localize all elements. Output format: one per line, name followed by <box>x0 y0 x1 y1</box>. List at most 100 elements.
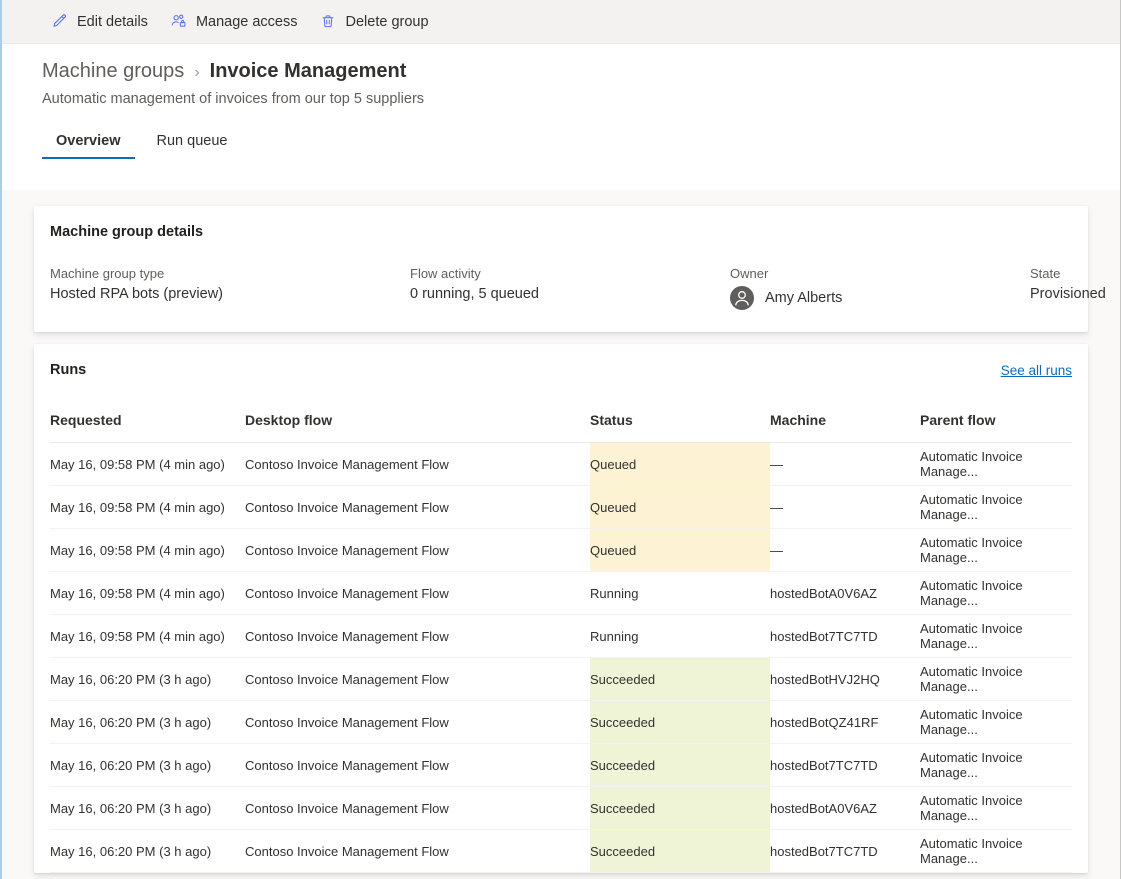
details-grid: Machine group type Hosted RPA bots (prev… <box>50 266 1072 310</box>
cell-desktop-flow: Contoso Invoice Management Flow <box>245 830 590 873</box>
table-row[interactable]: May 16, 06:20 PM (3 h ago)Contoso Invoic… <box>50 701 1072 744</box>
cell-requested: May 16, 06:20 PM (3 h ago) <box>50 787 245 830</box>
column-header-parent-flow[interactable]: Parent flow <box>920 412 1072 443</box>
cell-status: Running <box>590 572 770 615</box>
cell-machine: hostedBot7TC7TD <box>770 830 920 873</box>
cell-parent-flow: Automatic Invoice Manage... <box>920 572 1072 615</box>
breadcrumb: Machine groups › Invoice Management <box>42 44 1120 83</box>
cell-parent-flow: Automatic Invoice Manage... <box>920 744 1072 787</box>
chevron-right-icon: › <box>194 65 199 81</box>
cell-parent-flow: Automatic Invoice Manage... <box>920 830 1072 873</box>
table-row[interactable]: May 16, 09:58 PM (4 min ago)Contoso Invo… <box>50 443 1072 486</box>
delete-group-button[interactable]: Delete group <box>311 5 438 39</box>
cell-status: Succeeded <box>590 658 770 701</box>
cell-status: Running <box>590 615 770 658</box>
edit-details-button[interactable]: Edit details <box>42 5 157 39</box>
machine-group-page: Edit details Manage access <box>0 0 1121 879</box>
cell-machine: — <box>770 486 920 529</box>
tab-overview[interactable]: Overview <box>42 127 135 159</box>
cell-machine: hostedBotQZ41RF <box>770 701 920 744</box>
manage-access-button[interactable]: Manage access <box>161 5 307 39</box>
cell-parent-flow: Automatic Invoice Manage... <box>920 529 1072 572</box>
cell-machine: hostedBotA0V6AZ <box>770 787 920 830</box>
cell-desktop-flow: Contoso Invoice Management Flow <box>245 701 590 744</box>
detail-label-flow-activity: Flow activity <box>410 266 730 281</box>
cell-machine: hostedBotA0V6AZ <box>770 572 920 615</box>
detail-value-flow-activity: 0 running, 5 queued <box>410 286 730 302</box>
table-row[interactable]: May 16, 09:58 PM (4 min ago)Contoso Invo… <box>50 529 1072 572</box>
runs-card-header: Runs See all runs <box>50 362 1072 378</box>
cell-requested: May 16, 09:58 PM (4 min ago) <box>50 615 245 658</box>
pencil-icon <box>51 13 68 30</box>
cell-desktop-flow: Contoso Invoice Management Flow <box>245 615 590 658</box>
column-header-requested[interactable]: Requested <box>50 412 245 443</box>
detail-machine-group-type: Machine group type Hosted RPA bots (prev… <box>50 266 410 302</box>
status-badge: Provisioned <box>1030 286 1106 302</box>
table-row[interactable]: May 16, 06:20 PM (3 h ago)Contoso Invoic… <box>50 658 1072 701</box>
cell-status: Succeeded <box>590 744 770 787</box>
machine-group-details-title: Machine group details <box>50 224 1072 240</box>
table-row[interactable]: May 16, 09:58 PM (4 min ago)Contoso Invo… <box>50 572 1072 615</box>
cell-status: Queued <box>590 443 770 486</box>
cell-desktop-flow: Contoso Invoice Management Flow <box>245 486 590 529</box>
owner-name: Amy Alberts <box>765 290 842 306</box>
detail-value-owner: Amy Alberts <box>730 286 1030 310</box>
column-header-machine[interactable]: Machine <box>770 412 920 443</box>
cell-desktop-flow: Contoso Invoice Management Flow <box>245 744 590 787</box>
cell-parent-flow: Automatic Invoice Manage... <box>920 615 1072 658</box>
cell-parent-flow: Automatic Invoice Manage... <box>920 701 1072 744</box>
table-row[interactable]: May 16, 06:20 PM (3 h ago)Contoso Invoic… <box>50 830 1072 873</box>
detail-label-machine-group-type: Machine group type <box>50 266 410 281</box>
table-row[interactable]: May 16, 06:20 PM (3 h ago)Contoso Invoic… <box>50 744 1072 787</box>
page-header: Machine groups › Invoice Management Auto… <box>2 44 1120 190</box>
delete-group-label: Delete group <box>346 14 429 30</box>
cell-status: Succeeded <box>590 701 770 744</box>
cell-requested: May 16, 06:20 PM (3 h ago) <box>50 830 245 873</box>
trash-icon <box>320 13 337 30</box>
column-header-status[interactable]: Status <box>590 412 770 443</box>
table-row[interactable]: May 16, 09:58 PM (4 min ago)Contoso Invo… <box>50 486 1072 529</box>
cell-desktop-flow: Contoso Invoice Management Flow <box>245 658 590 701</box>
tab-list: Overview Run queue <box>42 127 1120 159</box>
tab-run-queue[interactable]: Run queue <box>143 127 242 159</box>
breadcrumb-parent-link[interactable]: Machine groups <box>42 60 184 83</box>
machine-group-details-card: Machine group details Machine group type… <box>34 206 1088 332</box>
cell-status: Queued <box>590 529 770 572</box>
cell-desktop-flow: Contoso Invoice Management Flow <box>245 787 590 830</box>
cell-requested: May 16, 06:20 PM (3 h ago) <box>50 658 245 701</box>
runs-table-header-row: Requested Desktop flow Status Machine Pa… <box>50 412 1072 443</box>
column-header-desktop-flow[interactable]: Desktop flow <box>245 412 590 443</box>
table-row[interactable]: May 16, 09:58 PM (4 min ago)Contoso Invo… <box>50 615 1072 658</box>
page-content: Machine group details Machine group type… <box>2 190 1120 879</box>
cell-desktop-flow: Contoso Invoice Management Flow <box>245 443 590 486</box>
table-row[interactable]: May 16, 06:20 PM (3 h ago)Contoso Invoic… <box>50 787 1072 830</box>
cell-requested: May 16, 09:58 PM (4 min ago) <box>50 486 245 529</box>
cell-status: Succeeded <box>590 787 770 830</box>
runs-title: Runs <box>50 362 86 378</box>
manage-access-label: Manage access <box>196 14 298 30</box>
cell-requested: May 16, 09:58 PM (4 min ago) <box>50 443 245 486</box>
cell-parent-flow: Automatic Invoice Manage... <box>920 658 1072 701</box>
runs-table-body: May 16, 09:58 PM (4 min ago)Contoso Invo… <box>50 443 1072 873</box>
cell-requested: May 16, 06:20 PM (3 h ago) <box>50 701 245 744</box>
edit-details-label: Edit details <box>77 14 148 30</box>
detail-label-owner: Owner <box>730 266 1030 281</box>
cell-desktop-flow: Contoso Invoice Management Flow <box>245 572 590 615</box>
detail-owner: Owner Amy Alberts <box>730 266 1030 310</box>
cell-machine: — <box>770 529 920 572</box>
people-lock-icon <box>170 13 187 30</box>
detail-label-state: State <box>1030 266 1106 281</box>
avatar <box>730 286 754 310</box>
cell-machine: — <box>770 443 920 486</box>
runs-card: Runs See all runs Requested Desktop flow… <box>34 344 1088 873</box>
cell-status: Succeeded <box>590 830 770 873</box>
cell-parent-flow: Automatic Invoice Manage... <box>920 443 1072 486</box>
cell-parent-flow: Automatic Invoice Manage... <box>920 787 1072 830</box>
detail-value-machine-group-type: Hosted RPA bots (preview) <box>50 286 410 302</box>
see-all-runs-link[interactable]: See all runs <box>1001 363 1072 378</box>
page-subtitle: Automatic management of invoices from ou… <box>42 91 1120 107</box>
cell-status: Queued <box>590 486 770 529</box>
cell-parent-flow: Automatic Invoice Manage... <box>920 486 1072 529</box>
detail-state: State Provisioned <box>1030 266 1106 302</box>
cell-requested: May 16, 06:20 PM (3 h ago) <box>50 744 245 787</box>
